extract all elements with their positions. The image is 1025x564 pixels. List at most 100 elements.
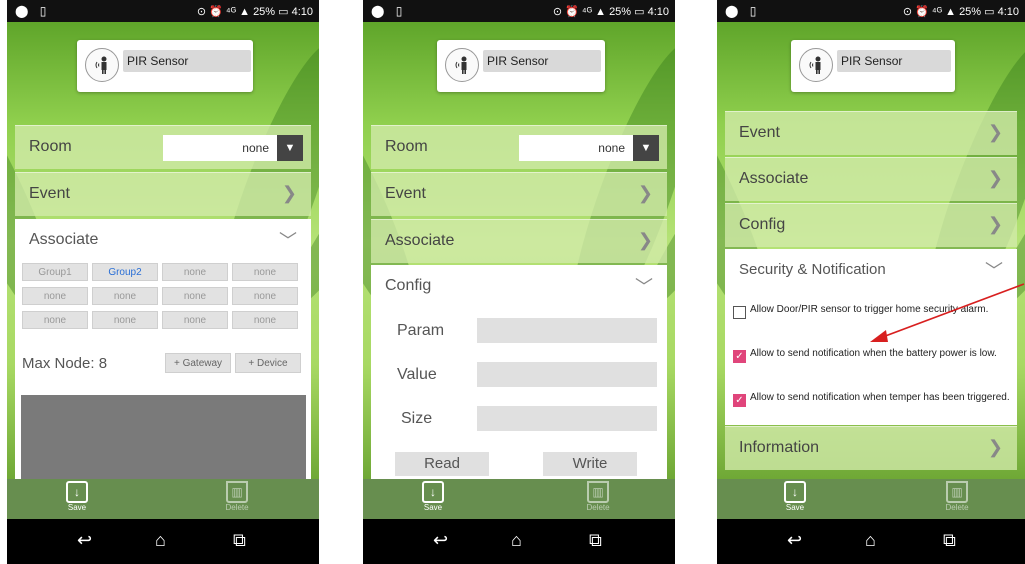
read-button[interactable]: Read bbox=[395, 452, 489, 476]
delete-label: Delete bbox=[225, 503, 249, 512]
group-button[interactable]: none bbox=[232, 311, 298, 329]
status-icons-left: ⬤ ▯ bbox=[371, 4, 407, 18]
group-button[interactable]: none bbox=[22, 311, 88, 329]
status-icons-right: ⊙ ⏰ ⁴ᴳ ▲ 25% ▭ 4:10 bbox=[552, 6, 669, 18]
chevron-down-icon[interactable]: ﹀ bbox=[279, 227, 297, 253]
back-icon[interactable]: ↩ bbox=[433, 530, 448, 551]
add-gateway-button[interactable]: + Gateway bbox=[165, 353, 231, 373]
recents-icon[interactable]: ⧉ bbox=[233, 530, 246, 551]
room-row: Room none ▼ bbox=[15, 125, 311, 169]
status-bar: ⬤ ▯ ⊙ ⏰ ⁴ᴳ ▲ 25% ▭ 4:10 bbox=[717, 0, 1025, 22]
event-row[interactable]: Event ❯ bbox=[725, 111, 1017, 155]
group-button[interactable]: none bbox=[92, 287, 158, 305]
sensor-name-field[interactable]: PIR Sensor bbox=[123, 50, 251, 72]
device-header: PIR Sensor bbox=[77, 40, 253, 92]
information-row[interactable]: Information ❯ bbox=[725, 426, 1017, 470]
person-sensor-icon bbox=[445, 48, 479, 82]
group-button[interactable]: none bbox=[92, 311, 158, 329]
recents-icon[interactable]: ⧉ bbox=[589, 530, 602, 551]
phone-screen-associate: ⬤ ▯ ⊙ ⏰ ⁴ᴳ ▲ 25% ▭ 4:10 PIR Sensor Room … bbox=[7, 0, 319, 564]
config-row[interactable]: Config ❯ bbox=[725, 203, 1017, 247]
android-nav-bar: ↩ ⌂ ⧉ bbox=[717, 519, 1025, 564]
save-button[interactable]: ↓ Save bbox=[775, 481, 815, 512]
event-row[interactable]: Event ❯ bbox=[371, 172, 667, 216]
chevron-right-icon: ❯ bbox=[987, 214, 1003, 234]
security-alarm-checkbox[interactable] bbox=[733, 306, 746, 319]
recents-icon[interactable]: ⧉ bbox=[943, 530, 956, 551]
chevron-right-icon: ❯ bbox=[987, 168, 1003, 188]
associate-panel: Associate ﹀ Group1 Group2 none none none… bbox=[15, 219, 311, 479]
status-bar: ⬤ ▯ ⊙ ⏰ ⁴ᴳ ▲ 25% ▭ 4:10 bbox=[7, 0, 319, 22]
status-icons-left: ⬤ ▯ bbox=[725, 4, 761, 18]
associate-row[interactable]: Associate ❯ bbox=[371, 219, 667, 263]
group-button[interactable]: none bbox=[162, 287, 228, 305]
event-label: Event bbox=[739, 124, 780, 141]
android-nav-bar: ↩ ⌂ ⧉ bbox=[363, 519, 675, 564]
delete-label: Delete bbox=[945, 503, 969, 512]
group-button[interactable]: none bbox=[162, 311, 228, 329]
home-icon[interactable]: ⌂ bbox=[155, 530, 166, 551]
chevron-down-icon[interactable]: ﹀ bbox=[635, 273, 653, 299]
value-label: Value bbox=[397, 366, 437, 383]
save-button[interactable]: ↓ Save bbox=[413, 481, 453, 512]
device-header: PIR Sensor bbox=[791, 40, 955, 92]
delete-label: Delete bbox=[586, 503, 610, 512]
room-label: Room bbox=[385, 138, 428, 155]
config-title[interactable]: Config bbox=[385, 277, 431, 295]
back-icon[interactable]: ↩ bbox=[787, 530, 802, 551]
add-device-button[interactable]: + Device bbox=[235, 353, 301, 373]
sensor-name-field[interactable]: PIR Sensor bbox=[837, 50, 951, 72]
back-icon[interactable]: ↩ bbox=[77, 530, 92, 551]
save-icon: ↓ bbox=[422, 481, 444, 503]
size-label: Size bbox=[401, 410, 433, 427]
room-dropdown[interactable]: none ▼ bbox=[519, 135, 659, 161]
associate-title[interactable]: Associate bbox=[29, 231, 98, 249]
status-icons-left: ⬤ ▯ bbox=[15, 4, 51, 18]
save-button[interactable]: ↓ Save bbox=[57, 481, 97, 512]
chevron-right-icon: ❯ bbox=[637, 183, 653, 203]
write-button[interactable]: Write bbox=[543, 452, 637, 476]
group-button[interactable]: Group2 bbox=[92, 263, 158, 281]
param-input[interactable] bbox=[477, 318, 657, 343]
chevron-down-icon[interactable]: ▼ bbox=[633, 135, 659, 161]
param-label: Param bbox=[397, 322, 445, 339]
delete-button[interactable]: ▥ Delete bbox=[578, 481, 618, 512]
chevron-right-icon: ❯ bbox=[281, 183, 297, 203]
save-label: Save bbox=[67, 503, 87, 512]
config-panel: Config ﹀ Param Value Size Read Write bbox=[371, 265, 667, 479]
delete-button[interactable]: ▥ Delete bbox=[217, 481, 257, 512]
save-label: Save bbox=[785, 503, 805, 512]
group-button[interactable]: Group1 bbox=[22, 263, 88, 281]
home-icon[interactable]: ⌂ bbox=[511, 530, 522, 551]
android-nav-bar: ↩ ⌂ ⧉ bbox=[7, 519, 319, 564]
group-button[interactable]: none bbox=[22, 287, 88, 305]
associate-label: Associate bbox=[739, 170, 809, 187]
room-dropdown-value: none bbox=[242, 141, 269, 155]
home-icon[interactable]: ⌂ bbox=[865, 530, 876, 551]
event-row[interactable]: Event ❯ bbox=[15, 172, 311, 216]
bottom-action-bar: ↓ Save ▥ Delete bbox=[717, 479, 1025, 519]
tamper-text: Allow to send notification when temper h… bbox=[750, 392, 1010, 403]
group-button[interactable]: none bbox=[232, 263, 298, 281]
status-icons-right: ⊙ ⏰ ⁴ᴳ ▲ 25% ▭ 4:10 bbox=[196, 6, 313, 18]
value-input[interactable] bbox=[477, 362, 657, 387]
delete-button[interactable]: ▥ Delete bbox=[937, 481, 977, 512]
battery-low-checkbox[interactable]: ✓ bbox=[733, 350, 746, 363]
node-list-area bbox=[21, 395, 306, 479]
security-title[interactable]: Security & Notification bbox=[739, 261, 886, 278]
save-icon: ↓ bbox=[66, 481, 88, 503]
size-input[interactable] bbox=[477, 406, 657, 431]
status-bar: ⬤ ▯ ⊙ ⏰ ⁴ᴳ ▲ 25% ▭ 4:10 bbox=[363, 0, 675, 22]
group-button[interactable]: none bbox=[162, 263, 228, 281]
associate-row[interactable]: Associate ❯ bbox=[725, 157, 1017, 201]
bottom-action-bar: ↓ Save ▥ Delete bbox=[7, 479, 319, 519]
sensor-name-field[interactable]: PIR Sensor bbox=[483, 50, 601, 72]
status-icons-right: ⊙ ⏰ ⁴ᴳ ▲ 25% ▭ 4:10 bbox=[902, 6, 1019, 18]
trash-icon: ▥ bbox=[946, 481, 968, 503]
chevron-down-icon[interactable]: ▼ bbox=[277, 135, 303, 161]
event-label: Event bbox=[29, 185, 70, 202]
tamper-checkbox[interactable]: ✓ bbox=[733, 394, 746, 407]
room-dropdown[interactable]: none ▼ bbox=[163, 135, 303, 161]
save-icon: ↓ bbox=[784, 481, 806, 503]
group-button[interactable]: none bbox=[232, 287, 298, 305]
